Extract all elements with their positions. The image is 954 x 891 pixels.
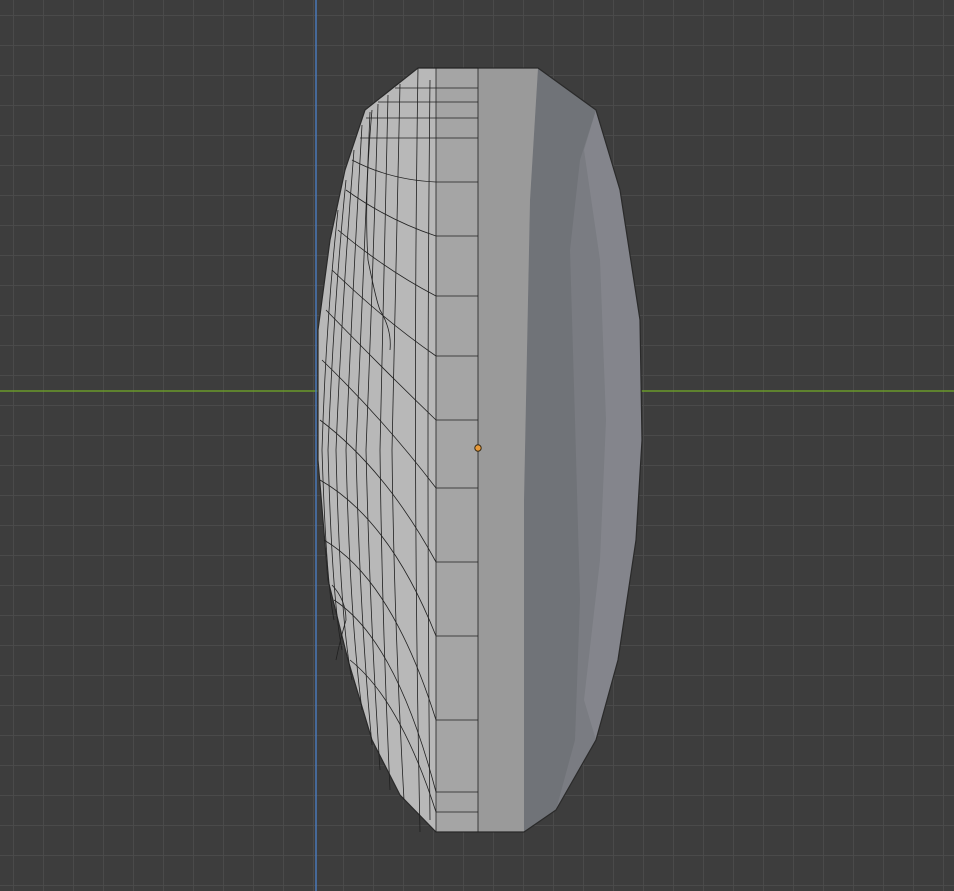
3d-viewport[interactable] [0,0,954,891]
object-origin-point[interactable] [474,444,482,452]
mesh-side-face-shade [436,68,478,832]
viewport-canvas[interactable] [0,0,954,891]
